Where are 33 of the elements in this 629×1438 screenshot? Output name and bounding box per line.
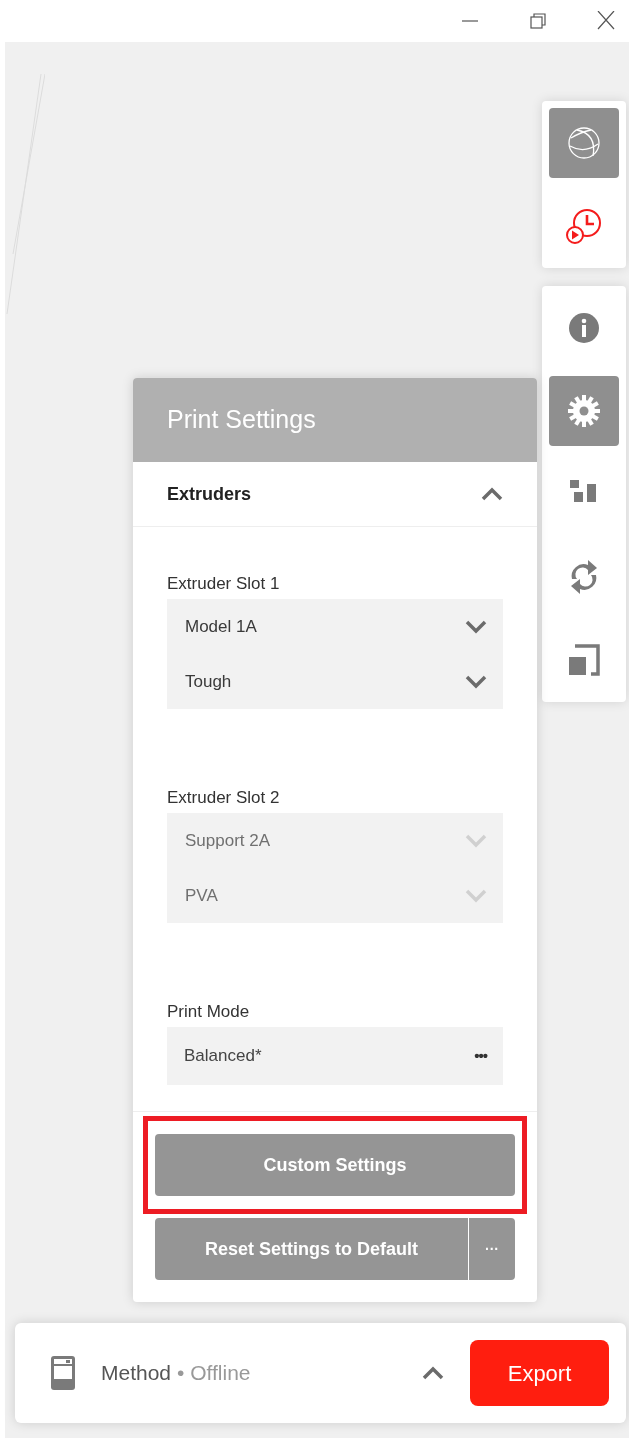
info-icon	[568, 312, 600, 344]
clock-play-icon	[564, 206, 604, 246]
print-mode-field[interactable]: Balanced* •••	[167, 1027, 503, 1085]
scale-icon	[567, 643, 601, 677]
field-label: Extruder Slot 2	[167, 787, 281, 809]
close-icon	[596, 11, 616, 31]
field-label: Print Mode	[167, 1001, 251, 1023]
gear-icon	[566, 393, 602, 429]
dropdown[interactable]: Model 1A	[167, 599, 503, 654]
panel-title: Print Settings	[167, 404, 316, 436]
restore-icon	[528, 11, 548, 31]
print-mode-value: Balanced*	[184, 1045, 262, 1068]
dropdown[interactable]: Tough	[167, 654, 503, 709]
chevron-down-icon	[465, 619, 487, 634]
globe-icon	[567, 126, 601, 160]
printer-status: • Offline	[177, 1360, 251, 1387]
export-button[interactable]: Export	[470, 1340, 609, 1406]
chevron-up-icon	[422, 1366, 444, 1380]
reset-settings-button[interactable]: Reset Settings to Default	[155, 1218, 468, 1280]
more-button[interactable]: •••	[474, 1044, 487, 1068]
toolbar-button[interactable]	[549, 108, 619, 178]
custom-settings-button[interactable]: Custom Settings	[155, 1134, 515, 1196]
printer-name: Method	[101, 1360, 172, 1387]
chevron-down-icon	[465, 833, 487, 848]
more-button[interactable]: ···	[469, 1218, 515, 1280]
chevron-down-icon	[465, 888, 487, 903]
section-header[interactable]: Extruders	[133, 462, 537, 527]
chevron-up-icon	[481, 487, 503, 501]
chevron-down-icon	[465, 674, 487, 689]
toolbar-button[interactable]	[549, 376, 619, 446]
field-label: Extruder Slot 1	[167, 573, 281, 595]
printer-icon	[51, 1356, 75, 1390]
minimize-icon	[460, 20, 480, 22]
